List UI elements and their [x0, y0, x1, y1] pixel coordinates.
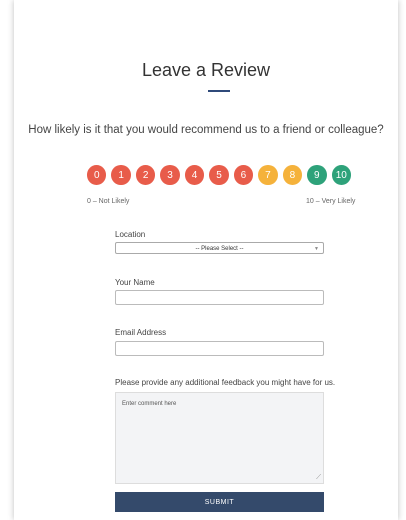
title-underline: [208, 90, 230, 92]
nps-option-8[interactable]: 8: [282, 165, 303, 185]
scale-label-left: 0 – Not Likely: [87, 198, 130, 205]
review-card: Leave a Review How likely is it that you…: [14, 0, 398, 520]
nps-option-10[interactable]: 10: [331, 165, 351, 185]
email-label: Email Address: [115, 328, 167, 337]
submit-button[interactable]: SUBMIT: [115, 492, 324, 512]
feedback-textarea[interactable]: Enter comment here ⟋: [115, 392, 324, 484]
scale-label-right: 10 – Very Likely: [306, 198, 356, 205]
feedback-placeholder: Enter comment here: [122, 401, 177, 407]
nps-option-1[interactable]: 1: [111, 165, 131, 185]
nps-scale: 0 1 2 3 4 5 6 7 8 9 10: [87, 165, 351, 185]
nps-option-2[interactable]: 2: [135, 165, 156, 185]
name-label: Your Name: [115, 278, 155, 287]
nps-option-4[interactable]: 4: [184, 165, 205, 185]
location-label: Location: [115, 230, 146, 239]
nps-option-7[interactable]: 7: [258, 165, 278, 185]
nps-option-6[interactable]: 6: [233, 165, 254, 185]
email-input[interactable]: [115, 341, 324, 356]
feedback-label: Please provide any additional feedback y…: [115, 378, 336, 387]
nps-option-5[interactable]: 5: [209, 165, 229, 185]
resize-handle-icon[interactable]: ⟋: [316, 474, 321, 482]
location-selected-value: -- Please Select --: [195, 246, 244, 252]
nps-question: How likely is it that you would recommen…: [28, 124, 384, 136]
nps-option-0[interactable]: 0: [87, 165, 107, 185]
nps-option-3[interactable]: 3: [160, 165, 180, 185]
chevron-down-icon: ▼: [314, 246, 319, 252]
name-input[interactable]: [115, 290, 324, 305]
location-select[interactable]: -- Please Select -- ▼: [115, 242, 324, 254]
nps-option-9[interactable]: 9: [307, 165, 327, 185]
page-title: Leave a Review: [141, 60, 271, 80]
